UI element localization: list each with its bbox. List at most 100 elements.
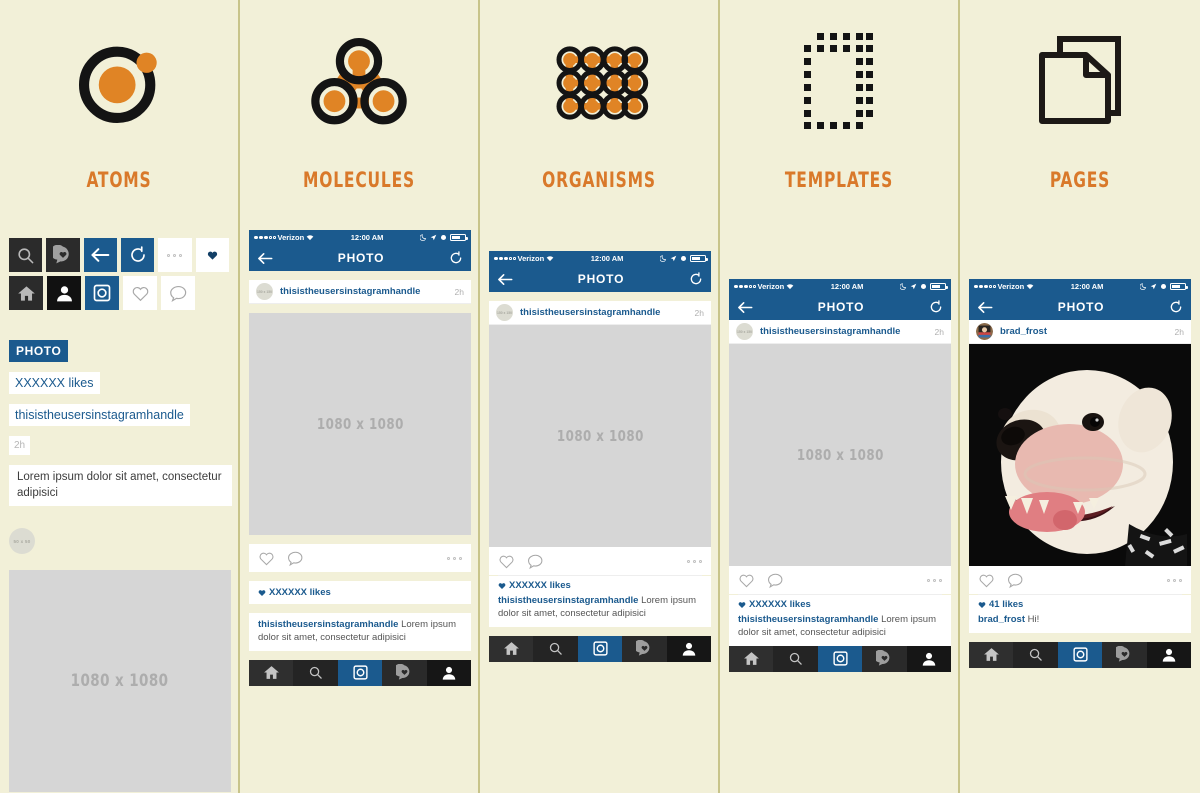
more-options-icon[interactable] bbox=[158, 238, 192, 272]
back-arrow-icon[interactable] bbox=[83, 238, 117, 272]
column-title: MOLECULES bbox=[302, 168, 415, 192]
tab-camera[interactable] bbox=[337, 659, 383, 686]
location-arrow-icon bbox=[670, 255, 677, 262]
camera-icon[interactable] bbox=[85, 276, 119, 310]
more-options-icon[interactable] bbox=[447, 556, 462, 560]
post-header: 150 x 150 thisistheusersinstagramhandle … bbox=[729, 320, 951, 344]
likes-count: XXXXXX likes bbox=[269, 587, 331, 598]
heart-outline-icon[interactable] bbox=[498, 553, 515, 570]
comment-icon[interactable] bbox=[767, 572, 784, 589]
wifi-icon bbox=[546, 256, 554, 262]
refresh-icon[interactable] bbox=[929, 300, 943, 314]
avatar: 150 x 150 bbox=[736, 323, 753, 340]
tab-home[interactable] bbox=[969, 641, 1014, 668]
signal-dots-icon bbox=[494, 256, 516, 261]
do-not-disturb-icon bbox=[660, 255, 667, 262]
wifi-icon bbox=[306, 235, 314, 241]
media-placeholder-label: 1080 x 1080 bbox=[316, 415, 404, 433]
post-handle[interactable]: thisistheusersinstagramhandle bbox=[520, 307, 688, 318]
comment-icon[interactable] bbox=[527, 553, 544, 570]
refresh-icon[interactable] bbox=[120, 238, 155, 272]
tab-search[interactable] bbox=[533, 635, 578, 662]
tab-search[interactable] bbox=[293, 659, 338, 686]
column-title: PAGES bbox=[1049, 168, 1111, 192]
tab-profile[interactable] bbox=[1146, 641, 1192, 668]
atoms-icon-row bbox=[9, 238, 229, 272]
caption-handle[interactable]: thisistheusersinstagramhandle bbox=[258, 619, 398, 630]
signal-dots-icon bbox=[254, 235, 276, 240]
location-arrow-icon bbox=[910, 283, 917, 290]
tab-home[interactable] bbox=[249, 659, 294, 686]
home-icon[interactable] bbox=[9, 276, 43, 310]
caption-row: thisistheusersinstagramhandle Lorem ipsu… bbox=[729, 612, 951, 646]
tab-camera[interactable] bbox=[1057, 641, 1103, 668]
tab-home[interactable] bbox=[729, 645, 774, 672]
refresh-icon[interactable] bbox=[689, 272, 703, 286]
refresh-icon[interactable] bbox=[1169, 300, 1183, 314]
back-arrow-icon[interactable] bbox=[977, 301, 993, 314]
alarm-icon bbox=[1160, 283, 1167, 290]
heart-outline-icon[interactable] bbox=[123, 276, 157, 310]
caption-handle[interactable]: thisistheusersinstagramhandle bbox=[738, 614, 878, 625]
back-arrow-icon[interactable] bbox=[257, 252, 273, 265]
action-bar bbox=[729, 566, 951, 594]
avatar[interactable] bbox=[976, 323, 993, 340]
caption-text-swatch: Lorem ipsum dolor sit amet, consectetur … bbox=[9, 465, 232, 507]
search-icon[interactable] bbox=[9, 238, 43, 272]
nav-title: PHOTO bbox=[817, 300, 865, 314]
nav-title: PHOTO bbox=[1057, 300, 1105, 314]
likes-text-swatch: XXXXXX likes bbox=[9, 372, 100, 394]
nav-bar: PHOTO bbox=[729, 294, 951, 320]
column-pages: PAGES Verizon 12:00 AM PHOTO brad_frost … bbox=[960, 0, 1200, 793]
tab-search[interactable] bbox=[773, 645, 818, 672]
tab-search[interactable] bbox=[1013, 641, 1058, 668]
post-handle[interactable]: thisistheusersinstagramhandle bbox=[280, 286, 448, 297]
heart-outline-icon[interactable] bbox=[258, 550, 275, 567]
tab-activity[interactable] bbox=[382, 659, 427, 686]
more-options-icon[interactable] bbox=[927, 578, 942, 582]
avatar: 150 x 150 bbox=[256, 283, 273, 300]
tab-profile[interactable] bbox=[906, 645, 952, 672]
tab-bar bbox=[249, 659, 472, 686]
profile-icon[interactable] bbox=[47, 276, 81, 310]
atoms-text-swatches: PHOTO XXXXXX likes thisistheusersinstagr… bbox=[9, 340, 232, 507]
comment-icon[interactable] bbox=[161, 276, 195, 310]
do-not-disturb-icon bbox=[900, 283, 907, 290]
more-options-icon[interactable] bbox=[687, 559, 702, 563]
post-handle[interactable]: brad_frost bbox=[1000, 326, 1168, 337]
comment-icon[interactable] bbox=[287, 550, 304, 567]
tab-camera[interactable] bbox=[577, 635, 623, 662]
tab-activity[interactable] bbox=[622, 635, 667, 662]
post-handle[interactable]: thisistheusersinstagramhandle bbox=[760, 326, 928, 337]
nav-title: PHOTO bbox=[337, 251, 385, 265]
caption-row: thisistheusersinstagramhandle Lorem ipsu… bbox=[249, 613, 471, 651]
status-bar: Verizon 12:00 AM bbox=[729, 279, 951, 294]
tab-activity[interactable] bbox=[1102, 641, 1147, 668]
tab-profile[interactable] bbox=[666, 635, 712, 662]
tab-profile[interactable] bbox=[426, 659, 472, 686]
heart-filled-icon[interactable] bbox=[195, 238, 229, 272]
tab-bar bbox=[729, 645, 952, 672]
tab-activity[interactable] bbox=[862, 645, 907, 672]
post-timestamp: 2h bbox=[694, 307, 704, 318]
tab-home[interactable] bbox=[489, 635, 534, 662]
heart-outline-icon[interactable] bbox=[978, 572, 995, 589]
comment-icon[interactable] bbox=[1007, 572, 1024, 589]
atoms-icon-row bbox=[9, 276, 229, 310]
alarm-icon bbox=[440, 234, 447, 241]
more-options-icon[interactable] bbox=[1167, 578, 1182, 582]
refresh-icon[interactable] bbox=[449, 251, 463, 265]
back-arrow-icon[interactable] bbox=[737, 301, 753, 314]
tab-camera[interactable] bbox=[817, 645, 863, 672]
heart-outline-icon[interactable] bbox=[738, 572, 755, 589]
handle-text-swatch: thisistheusersinstagramhandle bbox=[9, 404, 190, 426]
caption-handle[interactable]: brad_frost bbox=[978, 614, 1025, 625]
column-title: ATOMS bbox=[86, 168, 152, 192]
location-arrow-icon bbox=[1150, 283, 1157, 290]
likes-line: XXXXXX likes bbox=[498, 580, 702, 591]
activity-heart-icon[interactable] bbox=[46, 238, 80, 272]
caption-handle[interactable]: thisistheusersinstagramhandle bbox=[498, 595, 638, 606]
alarm-icon bbox=[920, 283, 927, 290]
action-bar bbox=[249, 544, 471, 572]
back-arrow-icon[interactable] bbox=[497, 273, 513, 286]
